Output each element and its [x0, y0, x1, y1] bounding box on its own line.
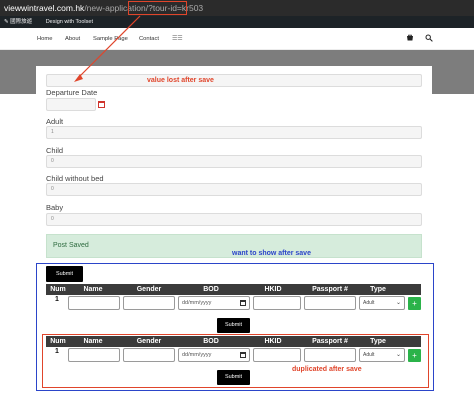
row-submit-button[interactable]: Submit — [217, 318, 250, 333]
header-name: Name — [83, 338, 103, 345]
top-submit-button[interactable]: Submit — [46, 266, 83, 282]
chevron-down-icon: ⌄ — [395, 352, 401, 358]
header-hkid: HKID — [264, 286, 282, 293]
hkid-input[interactable] — [253, 296, 301, 310]
add-row-button[interactable]: + — [408, 297, 421, 310]
header-num: Num — [50, 338, 66, 345]
value-lost-annotation: value lost after save — [147, 77, 214, 84]
header-bod: BOD — [203, 286, 219, 293]
header-passport: Passport # — [312, 338, 348, 345]
passport-input[interactable] — [304, 348, 356, 362]
row-num: 1 — [55, 296, 59, 303]
want-to-show-annotation: want to show after save — [232, 250, 311, 257]
chevron-down-icon: ⌄ — [395, 300, 401, 306]
type-select[interactable]: Adult ⌄ — [359, 296, 405, 310]
name-input[interactable] — [68, 296, 120, 310]
hkid-input[interactable] — [253, 348, 301, 362]
header-hkid: HKID — [264, 338, 282, 345]
bod-date-input[interactable]: dd/mm/yyyy — [178, 296, 250, 310]
header-name: Name — [83, 286, 103, 293]
calendar-icon[interactable] — [240, 352, 246, 358]
bod-date-input[interactable]: dd/mm/yyyy — [178, 348, 250, 362]
name-input[interactable] — [68, 348, 120, 362]
gender-input[interactable] — [123, 348, 175, 362]
header-type: Type — [370, 286, 386, 293]
table-header: Num Name Gender BOD HKID Passport # Type — [46, 284, 421, 295]
row-submit-button[interactable]: Submit — [217, 370, 250, 385]
header-gender: Gender — [136, 338, 162, 345]
header-bod: BOD — [203, 338, 219, 345]
passport-input[interactable] — [304, 296, 356, 310]
gender-input[interactable] — [123, 296, 175, 310]
type-select[interactable]: Adult ⌄ — [359, 348, 405, 362]
header-num: Num — [50, 286, 66, 293]
header-passport: Passport # — [312, 286, 348, 293]
add-row-button[interactable]: + — [408, 349, 421, 362]
table-header: Num Name Gender BOD HKID Passport # Type — [46, 336, 421, 347]
row-num: 1 — [55, 348, 59, 355]
calendar-icon[interactable] — [240, 300, 246, 306]
page: viewwintravel.com.hk/new-application/?to… — [0, 0, 474, 394]
header-gender: Gender — [136, 286, 162, 293]
header-type: Type — [370, 338, 386, 345]
